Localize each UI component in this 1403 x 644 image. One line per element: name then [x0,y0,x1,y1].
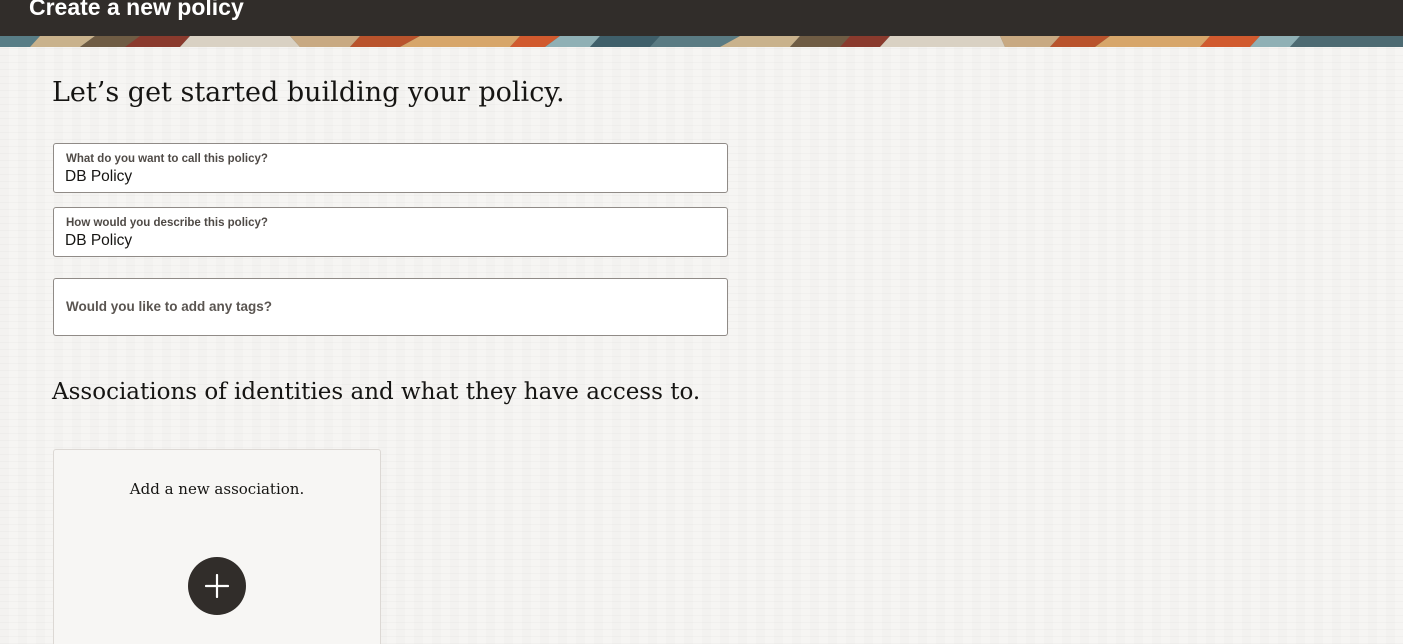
policy-name-field[interactable]: What do you want to call this policy? [53,143,728,193]
tags-placeholder: Would you like to add any tags? [66,299,273,314]
policy-name-label: What do you want to call this policy? [66,153,268,165]
intro-heading: Let’s get started building your policy. [52,77,565,108]
page-title: Create a new policy [29,0,244,20]
app-header: Create a new policy [0,0,1403,36]
policy-description-label: How would you describe this policy? [66,217,268,229]
new-association-card[interactable]: Add a new association. [53,449,381,644]
decorative-banner [0,36,1403,47]
policy-name-input[interactable] [65,168,665,186]
plus-icon [205,574,229,598]
associations-heading: Associations of identities and what they… [52,379,701,405]
policy-description-field[interactable]: How would you describe this policy? [53,207,728,257]
policy-description-input[interactable] [65,232,665,250]
new-association-title: Add a new association. [129,480,305,498]
add-association-button[interactable] [188,557,246,615]
tags-field[interactable]: Would you like to add any tags? [53,278,728,336]
